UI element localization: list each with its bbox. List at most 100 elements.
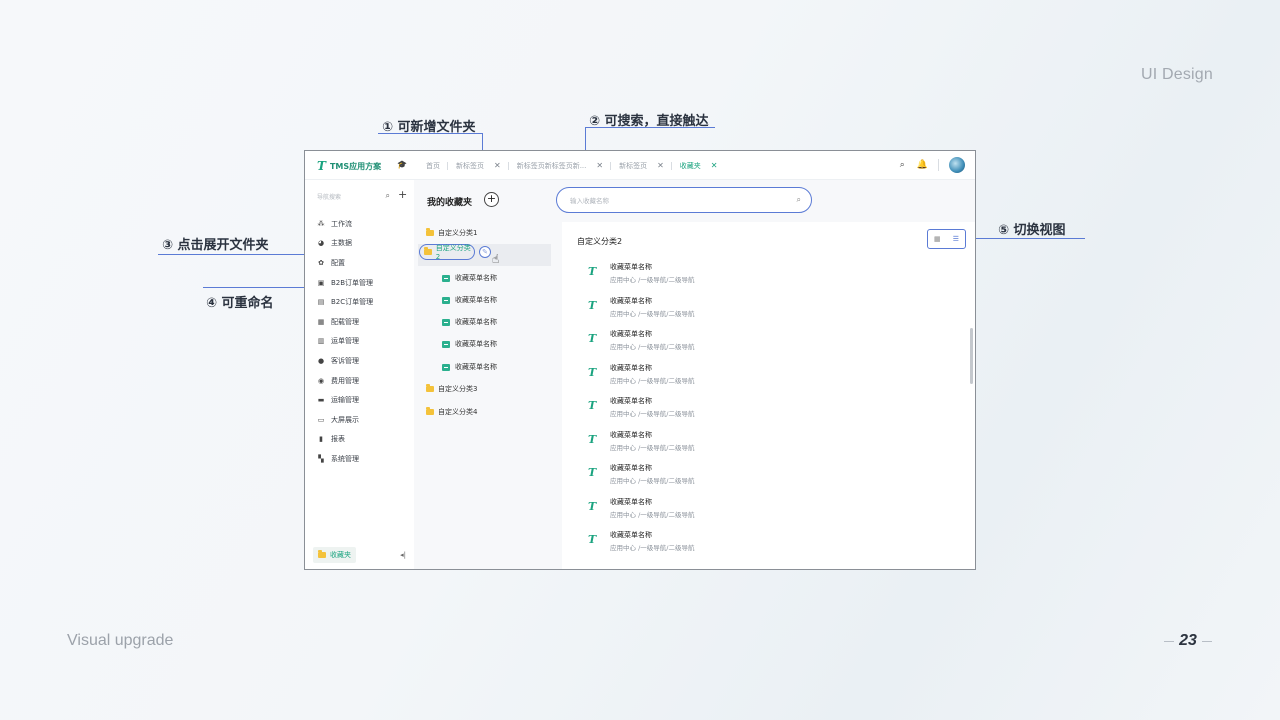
nav-item-loading[interactable]: ▦ 配载管理 bbox=[317, 312, 373, 332]
close-icon[interactable]: ✕ bbox=[494, 161, 501, 170]
nav-item-label: 大屏展示 bbox=[331, 415, 359, 424]
sub-item-label: 收藏菜单名称 bbox=[455, 363, 497, 371]
app-logo[interactable]: T TMS应用方案 bbox=[317, 159, 381, 173]
favorite-path: 应用中心 /一级导航/二级导航 bbox=[610, 544, 695, 552]
nav-item-b2c-orders[interactable]: ▤ B2C订单管理 bbox=[317, 292, 373, 312]
folder-icon bbox=[426, 384, 434, 392]
nav-item-cost[interactable]: ◉ 费用管理 bbox=[317, 371, 373, 391]
folder-panel: 我的收藏夹 + 自定义分类1 自定义分类2 ✎ ☝ 收藏菜单名称 收藏菜单名称 … bbox=[414, 180, 562, 569]
cost-icon: ◉ bbox=[317, 376, 325, 385]
favorite-name: 收藏菜单名称 bbox=[610, 364, 652, 372]
nav-footer: 收藏夹 ◂| bbox=[305, 541, 414, 569]
close-icon[interactable]: ✕ bbox=[596, 161, 603, 170]
avatar[interactable] bbox=[949, 157, 965, 173]
nav-item-b2b-orders[interactable]: ▣ B2B订单管理 bbox=[317, 273, 373, 293]
rename-button[interactable]: ✎ bbox=[479, 246, 491, 258]
nav-item-system[interactable]: ▚ 系统管理 bbox=[317, 449, 373, 469]
order-icon: ▤ bbox=[317, 298, 325, 307]
sub-item-label: 收藏菜单名称 bbox=[455, 318, 497, 326]
favorites-content: 自定义分类2 ▦ ☰ T 收藏菜单名称 应用中心 /一级导航/二级导航 T 收藏… bbox=[562, 222, 975, 569]
tab-label: 新标签页 bbox=[619, 161, 648, 170]
add-folder-button[interactable]: + bbox=[484, 192, 499, 207]
annotation-rename: ④ 可重命名 bbox=[206, 296, 274, 311]
content-title: 自定义分类2 bbox=[577, 237, 623, 246]
list-view-icon[interactable]: ☰ bbox=[953, 235, 959, 243]
add-icon[interactable]: + bbox=[398, 188, 407, 201]
favorites-search-input[interactable]: 输入收藏名称 ⌕ bbox=[556, 187, 812, 213]
sub-item-label: 收藏菜单名称 bbox=[455, 274, 497, 282]
screen-icon: ▭ bbox=[317, 415, 325, 424]
nav-list: ⁂ 工作流 ◕ 主数据 ✿ 配置 ▣ B2B订单管理 ▤ B2C订单管理 ▦ 配载管理 ▥ 运… bbox=[317, 214, 374, 469]
nav-item-big-screen[interactable]: ▭ 大屏展示 bbox=[317, 410, 373, 430]
sub-item[interactable]: 收藏菜单名称 bbox=[442, 270, 497, 286]
slide-title: UI Design bbox=[1140, 66, 1213, 83]
folder-icon bbox=[426, 407, 434, 415]
nav-item-master-data[interactable]: ◕ 主数据 bbox=[317, 234, 373, 254]
app-icon: T bbox=[588, 399, 597, 412]
favorites-label: 收藏夹 bbox=[330, 551, 351, 559]
search-icon[interactable]: ⌕ bbox=[797, 195, 801, 205]
favorite-name: 收藏菜单名称 bbox=[610, 431, 652, 439]
folder-item[interactable]: 自定义分类4 bbox=[426, 404, 477, 420]
favorite-name: 收藏菜单名称 bbox=[610, 297, 652, 305]
sub-item[interactable]: 收藏菜单名称 bbox=[442, 359, 497, 375]
favorite-path: 应用中心 /一级导航/二级导航 bbox=[610, 477, 695, 485]
tab-home[interactable]: 首页 bbox=[418, 151, 448, 180]
bell-icon[interactable]: 🔔 bbox=[917, 160, 928, 170]
divider bbox=[938, 159, 939, 171]
app-icon: T bbox=[588, 466, 597, 479]
favorite-path: 应用中心 /一级导航/二级导航 bbox=[610, 377, 695, 385]
tab-new-3[interactable]: 新标签页 ✕ bbox=[611, 151, 672, 180]
folder-item-selected[interactable]: 自定义分类2 bbox=[419, 244, 475, 261]
close-icon[interactable]: ✕ bbox=[711, 161, 718, 170]
view-toggle[interactable]: ▦ ☰ bbox=[927, 229, 966, 249]
nav-item-waybill[interactable]: ▥ 运单管理 bbox=[317, 332, 373, 352]
favorite-path: 应用中心 /一级导航/二级导航 bbox=[610, 310, 695, 318]
favorite-path: 应用中心 /一级导航/二级导航 bbox=[610, 276, 695, 284]
divider bbox=[1164, 640, 1175, 642]
gear-icon: ✿ bbox=[318, 258, 324, 267]
folder-item[interactable]: 自定义分类1 bbox=[426, 225, 477, 241]
nav-item-config[interactable]: ✿ 配置 bbox=[317, 253, 373, 273]
nav-item-workflow[interactable]: ⁂ 工作流 bbox=[317, 214, 373, 234]
favorites-button[interactable]: 收藏夹 bbox=[313, 547, 356, 563]
favorite-path: 应用中心 /一级导航/二级导航 bbox=[610, 444, 695, 452]
app-window: T TMS应用方案 🎓 首页 新标签页 ✕ 新标签页新标签页新... ✕ 新标签页 ✕… bbox=[304, 150, 976, 570]
app-icon: T bbox=[588, 500, 597, 513]
sub-item[interactable]: 收藏菜单名称 bbox=[442, 314, 497, 330]
folder-label: 自定义分类2 bbox=[435, 244, 471, 261]
folder-label: 自定义分类4 bbox=[438, 408, 478, 416]
nav-item-report[interactable]: ▮ 报表 bbox=[317, 430, 373, 450]
tab-new-2[interactable]: 新标签页新标签页新... ✕ bbox=[509, 151, 612, 180]
workflow-icon: ⁂ bbox=[317, 219, 325, 228]
sub-item[interactable]: 收藏菜单名称 bbox=[442, 292, 497, 308]
nav-search-input[interactable]: 导航搜索 ⌕ bbox=[311, 189, 393, 204]
nav-item-label: 客诉管理 bbox=[331, 356, 359, 365]
tab-favorites[interactable]: 收藏夹 ✕ bbox=[672, 151, 726, 180]
collapse-icon[interactable]: ◂| bbox=[400, 551, 406, 559]
favorite-name: 收藏菜单名称 bbox=[610, 397, 652, 405]
tab-label: 新标签页新标签页新... bbox=[516, 161, 587, 170]
app-icon: T bbox=[588, 332, 597, 345]
tab-new-1[interactable]: 新标签页 ✕ bbox=[448, 151, 509, 180]
sub-item[interactable]: 收藏菜单名称 bbox=[442, 336, 497, 352]
search-icon[interactable]: ⌕ bbox=[900, 160, 905, 170]
nav-item-complaint[interactable]: ● 客诉管理 bbox=[317, 351, 373, 371]
grid-view-icon[interactable]: ▦ bbox=[934, 235, 941, 243]
graduation-cap-icon[interactable]: 🎓 bbox=[397, 160, 407, 169]
app-icon: T bbox=[588, 433, 597, 446]
scrollbar[interactable] bbox=[970, 328, 973, 384]
folder-item[interactable]: 自定义分类3 bbox=[426, 381, 477, 397]
annotation-switch-view: ⑤ 切换视图 bbox=[998, 223, 1066, 238]
search-icon[interactable]: ⌕ bbox=[386, 191, 390, 201]
report-icon: ▮ bbox=[319, 435, 323, 444]
nav-item-transport[interactable]: ▬ 运输管理 bbox=[317, 390, 373, 410]
slide-footer: Visual upgrade bbox=[67, 632, 174, 649]
favorite-name: 收藏菜单名称 bbox=[610, 330, 652, 338]
close-icon[interactable]: ✕ bbox=[657, 161, 664, 170]
app-icon: T bbox=[588, 265, 597, 278]
grid-icon: ▚ bbox=[318, 454, 324, 463]
annotation-line bbox=[966, 238, 1085, 239]
cargo-icon: ▦ bbox=[317, 317, 325, 326]
search-placeholder: 输入收藏名称 bbox=[570, 197, 609, 205]
